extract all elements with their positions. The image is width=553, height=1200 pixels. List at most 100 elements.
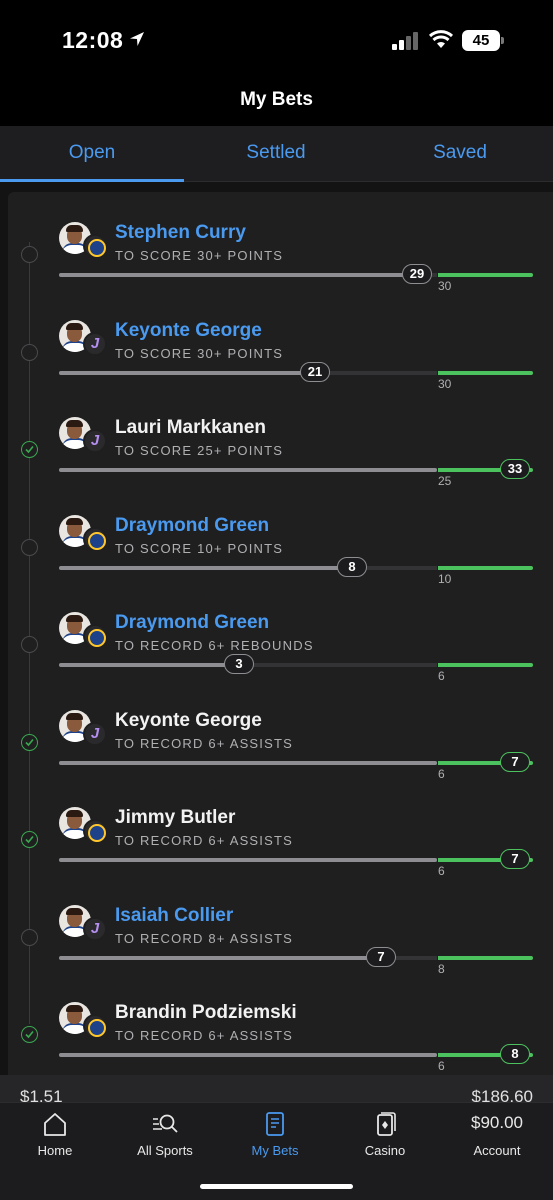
target-value: 10 bbox=[438, 571, 452, 586]
team-logo-icon bbox=[83, 526, 107, 551]
progress-fill bbox=[59, 468, 437, 472]
market-label: TO SCORE 25+ POINTS bbox=[115, 443, 284, 458]
team-logo-icon bbox=[83, 234, 107, 258]
target-value: 6 bbox=[438, 669, 445, 683]
player-name[interactable]: Stephen Curry bbox=[115, 222, 246, 244]
bet-leg[interactable]: Jimmy Butler TO RECORD 6+ ASSISTS 7 6 bbox=[0, 781, 553, 879]
bet-leg[interactable]: Brandin Podziemski TO RECORD 6+ ASSISTS … bbox=[0, 976, 553, 1074]
current-stat-pill: 33 bbox=[500, 459, 530, 479]
leg-status-pending-icon bbox=[21, 246, 38, 263]
cards-icon bbox=[377, 1112, 396, 1136]
search-icon bbox=[153, 1114, 178, 1133]
tabbar-casino[interactable]: Casino bbox=[330, 1103, 440, 1173]
target-segment bbox=[438, 565, 533, 570]
tabbar-all-sports-label: All Sports bbox=[137, 1143, 193, 1158]
market-label: TO RECORD 6+ ASSISTS bbox=[115, 1028, 294, 1043]
progress-fill bbox=[59, 1053, 437, 1057]
progress-fill bbox=[59, 663, 248, 667]
market-label: TO RECORD 6+ REBOUNDS bbox=[115, 638, 314, 653]
page-title: My Bets bbox=[240, 89, 313, 110]
progress-track: 7 bbox=[59, 946, 533, 967]
tabbar-home[interactable]: Home bbox=[0, 1103, 110, 1173]
status-time: 12:08 bbox=[62, 27, 124, 53]
current-stat-pill: 21 bbox=[300, 361, 330, 382]
tabbar-my-bets-label: My Bets bbox=[251, 1143, 299, 1158]
player-name: Keyonte George bbox=[115, 709, 262, 731]
target-value: 6 bbox=[438, 766, 445, 781]
market-label: TO RECORD 8+ ASSISTS bbox=[115, 930, 294, 946]
tab-settled[interactable]: Settled bbox=[184, 126, 368, 182]
cellular-signal-icon bbox=[392, 32, 420, 50]
progress-fill bbox=[59, 760, 437, 765]
bet-card[interactable]: Stephen Curry TO SCORE 30+ POINTS 29 30 … bbox=[0, 182, 553, 1075]
player-name: Jimmy Butler bbox=[115, 807, 236, 828]
bet-leg[interactable]: Draymond Green TO SCORE 10+ POINTS 8 10 bbox=[0, 489, 553, 587]
bets-tabs: Open Settled Saved bbox=[0, 126, 553, 182]
target-value: 30 bbox=[438, 279, 452, 293]
leg-status-won-icon bbox=[21, 831, 38, 848]
bet-leg[interactable]: Isaiah Collier TO RECORD 8+ ASSISTS 7 8 bbox=[0, 879, 553, 977]
market-label: TO SCORE 10+ POINTS bbox=[115, 540, 284, 556]
team-logo-icon bbox=[83, 429, 107, 453]
team-logo-icon bbox=[83, 721, 107, 746]
tabbar-account-label: Account bbox=[473, 1143, 521, 1158]
current-stat-pill: 7 bbox=[366, 946, 396, 967]
team-logo-icon bbox=[83, 624, 107, 648]
player-name[interactable]: Draymond Green bbox=[115, 515, 269, 537]
status-bar: 12:08 45 bbox=[0, 0, 553, 80]
current-stat-pill: 29 bbox=[402, 264, 432, 284]
team-logo-icon bbox=[83, 819, 107, 843]
leg-status-won-icon bbox=[21, 733, 38, 751]
player-name: Brandin Podziemski bbox=[115, 1002, 297, 1023]
bet-leg[interactable]: Stephen Curry TO SCORE 30+ POINTS 29 30 bbox=[0, 196, 553, 294]
progress-fill bbox=[59, 565, 361, 570]
progress-fill bbox=[59, 370, 324, 375]
bet-leg[interactable]: Keyonte George TO SCORE 30+ POINTS 21 30 bbox=[0, 294, 553, 392]
bet-leg[interactable]: Draymond Green TO RECORD 6+ REBOUNDS 3 6 bbox=[0, 586, 553, 684]
market-label: TO SCORE 30+ POINTS bbox=[115, 248, 284, 263]
wifi-icon bbox=[428, 30, 454, 48]
current-stat-pill: 8 bbox=[337, 556, 367, 577]
target-value: 8 bbox=[438, 961, 445, 976]
target-segment bbox=[438, 273, 533, 277]
leg-status-pending-icon bbox=[21, 928, 38, 946]
target-segment bbox=[438, 955, 533, 960]
bet-leg[interactable]: Lauri Markkanen TO SCORE 25+ POINTS 33 2… bbox=[0, 391, 553, 489]
tabbar-home-label: Home bbox=[37, 1143, 73, 1158]
player-name[interactable]: Keyonte George bbox=[115, 320, 262, 342]
target-value: 30 bbox=[438, 376, 452, 391]
leg-status-pending-icon bbox=[21, 636, 38, 653]
nav-header: My Bets bbox=[0, 80, 553, 126]
bet-leg[interactable]: Keyonte George TO RECORD 6+ ASSISTS 7 6 bbox=[0, 684, 553, 782]
current-stat-pill: 8 bbox=[500, 1044, 530, 1064]
team-logo-icon bbox=[83, 916, 107, 941]
leg-status-won-icon bbox=[21, 441, 38, 458]
tabbar-account[interactable]: $90.00 Account bbox=[442, 1103, 552, 1173]
player-name[interactable]: Isaiah Collier bbox=[115, 905, 233, 927]
leg-status-pending-icon bbox=[21, 538, 38, 556]
progress-track: 7 bbox=[59, 849, 533, 869]
market-label: TO RECORD 6+ ASSISTS bbox=[115, 833, 294, 848]
progress-fill bbox=[59, 955, 390, 960]
tabbar-my-bets[interactable]: My Bets bbox=[220, 1103, 330, 1173]
progress-fill bbox=[59, 858, 437, 862]
home-indicator bbox=[200, 1184, 353, 1189]
battery-nub bbox=[501, 37, 504, 44]
tabbar-all-sports[interactable]: All Sports bbox=[110, 1103, 220, 1173]
tabbar-casino-label: Casino bbox=[364, 1143, 406, 1158]
player-name[interactable]: Draymond Green bbox=[115, 612, 269, 634]
leg-status-won-icon bbox=[21, 1026, 38, 1043]
location-arrow-icon bbox=[130, 32, 144, 46]
bet-summary-row[interactable]: $1.51 $186.60 bbox=[0, 1075, 553, 1105]
tab-saved[interactable]: Saved bbox=[368, 126, 552, 182]
target-segment bbox=[438, 663, 533, 667]
tab-open[interactable]: Open bbox=[0, 126, 184, 182]
team-logo-icon bbox=[83, 1014, 107, 1038]
current-stat-pill: 3 bbox=[224, 654, 254, 674]
target-value: 25 bbox=[438, 474, 452, 488]
progress-fill bbox=[59, 273, 426, 277]
battery-icon: 45 bbox=[462, 30, 500, 51]
current-stat-pill: 7 bbox=[500, 751, 530, 772]
target-value: 6 bbox=[438, 1059, 445, 1073]
target-value: 6 bbox=[438, 864, 445, 878]
